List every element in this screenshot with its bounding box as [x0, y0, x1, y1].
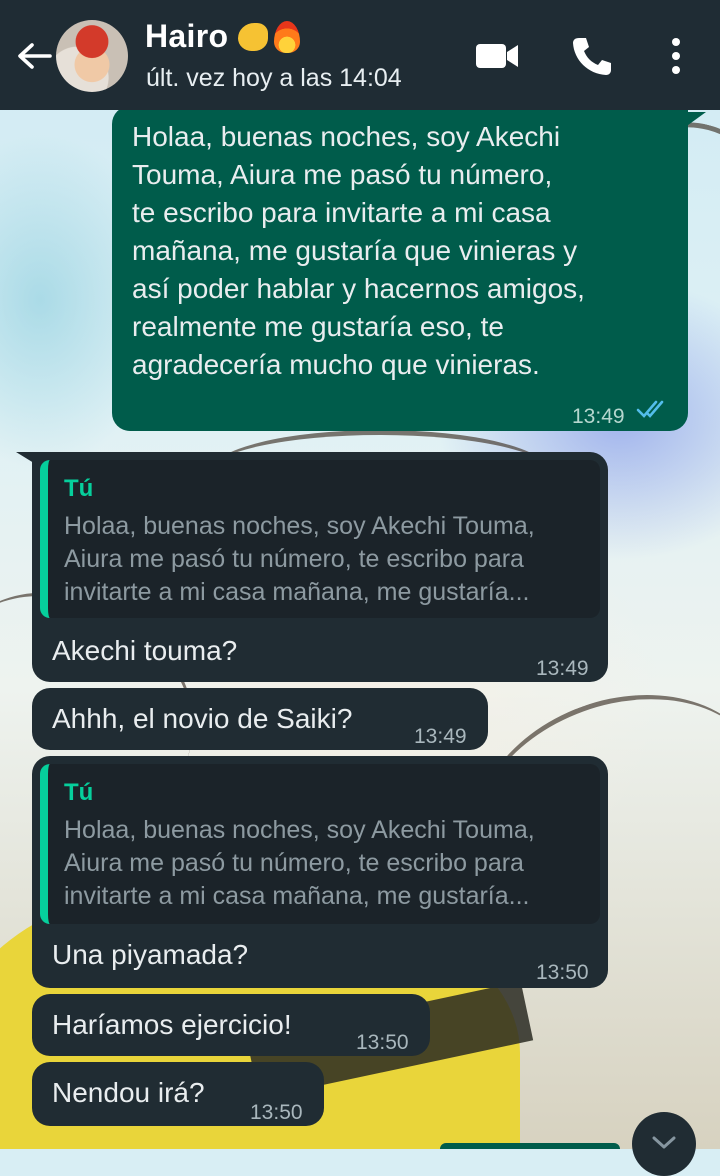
flexed-biceps-icon: [238, 23, 269, 51]
quoted-text: Holaa, buenas noches, soy Akechi Touma, …: [64, 512, 535, 606]
contact-name[interactable]: Hairo: [145, 18, 301, 55]
message-incoming[interactable]: Nendou irá? 13:50: [32, 1062, 324, 1126]
quoted-message[interactable]: Tú Holaa, buenas noches, soy Akechi Toum…: [40, 460, 600, 618]
message-time: 13:50: [250, 1101, 303, 1124]
video-call-icon[interactable]: [474, 38, 520, 74]
message-time: 13:49: [572, 405, 625, 428]
chevron-down-icon: [652, 1136, 676, 1149]
quoted-author: Tú: [64, 779, 94, 806]
message-time: 13:50: [356, 1031, 409, 1054]
double-check-icon: [636, 400, 664, 418]
message-incoming[interactable]: Tú Holaa, buenas noches, soy Akechi Toum…: [32, 756, 608, 988]
chat-header: Hairo últ. vez hoy a las 14:04: [0, 0, 720, 110]
message-text: Nendou irá?: [52, 1077, 205, 1108]
message-time: 13:49: [536, 657, 589, 680]
message-incoming[interactable]: Ahhh, el novio de Saiki? 13:49: [32, 688, 488, 750]
contact-avatar[interactable]: [56, 20, 128, 92]
message-text: Holaa, buenas noches, soy Akechi Touma, …: [132, 121, 585, 380]
message-incoming[interactable]: Haríamos ejercicio! 13:50: [32, 994, 430, 1056]
message-outgoing[interactable]: Holaa, buenas noches, soy Akechi Touma, …: [112, 106, 688, 431]
message-time: 13:49: [414, 725, 467, 748]
scroll-to-bottom-button[interactable]: [632, 1112, 696, 1176]
arrow-left-icon[interactable]: [14, 36, 54, 76]
message-text: Akechi touma?: [52, 635, 238, 666]
phone-icon[interactable]: [570, 34, 614, 78]
quoted-author: Tú: [64, 475, 94, 502]
contact-name-text: Hairo: [145, 18, 229, 54]
partial-message-bubble: [440, 1143, 620, 1149]
message-incoming[interactable]: Tú Holaa, buenas noches, soy Akechi Toum…: [32, 452, 608, 682]
message-time: 13:50: [536, 961, 589, 984]
message-text: Ahhh, el novio de Saiki?: [52, 703, 353, 734]
last-seen-status: últ. vez hoy a las 14:04: [146, 64, 402, 92]
message-text: Haríamos ejercicio!: [52, 1009, 292, 1040]
quoted-message[interactable]: Tú Holaa, buenas noches, soy Akechi Toum…: [40, 764, 600, 924]
message-text: Una piyamada?: [52, 939, 249, 970]
quoted-text: Holaa, buenas noches, soy Akechi Touma, …: [64, 816, 535, 910]
more-vertical-icon[interactable]: [662, 36, 690, 76]
fire-icon: [274, 21, 301, 53]
